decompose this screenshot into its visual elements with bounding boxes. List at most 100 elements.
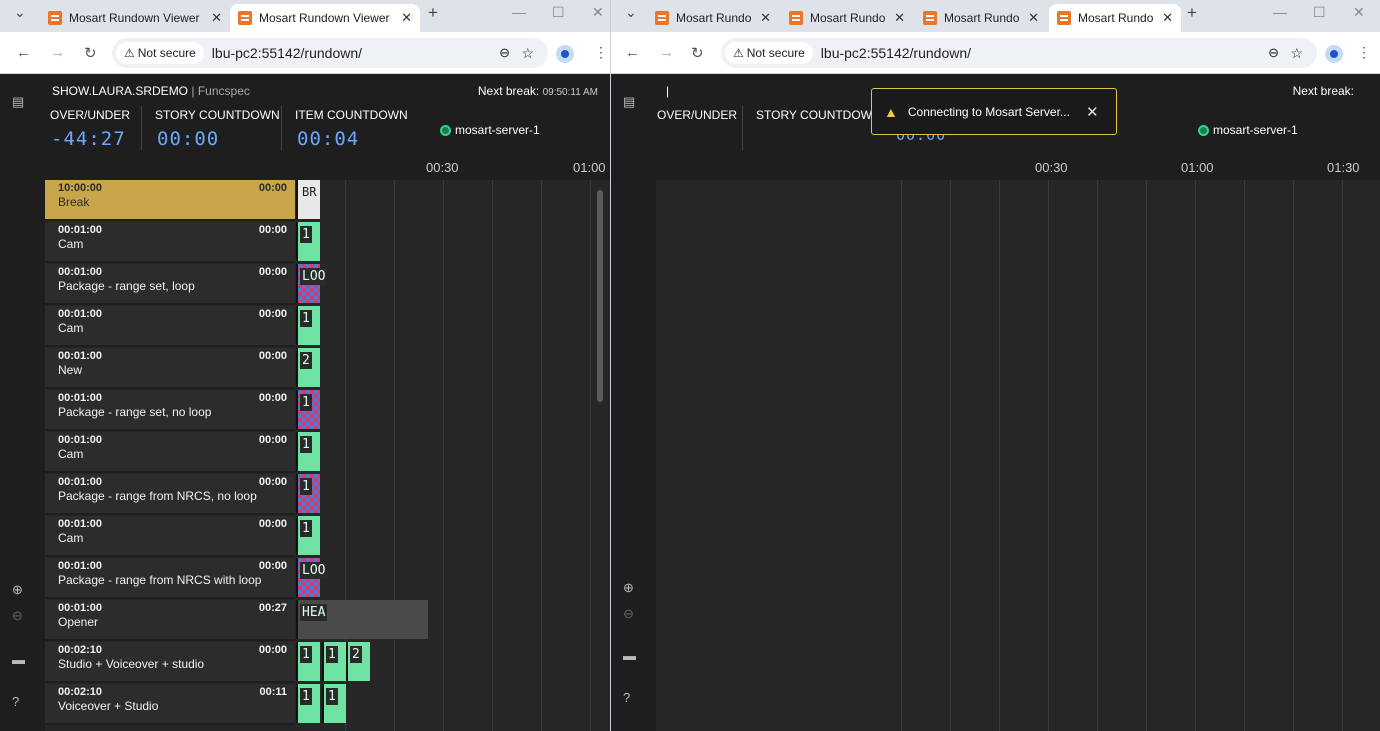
close-tab-icon[interactable]: ✕ — [1028, 10, 1039, 26]
maximize-icon[interactable]: ☐ — [1313, 4, 1326, 21]
close-window-icon[interactable]: ✕ — [592, 4, 604, 21]
zoom-in-icon[interactable]: ⊕ — [12, 582, 23, 598]
server-status: mosart-server-1 — [440, 123, 540, 137]
timeline-item-block[interactable]: 1 — [296, 390, 320, 429]
address-toolbar: ← → ↻ ⚠ Not secure lbu-pc2:55142/rundown/… — [0, 32, 610, 74]
over-under-label: OVER/UNDER — [657, 108, 738, 122]
timeline-item-block[interactable]: 2 — [346, 642, 370, 681]
forward-icon[interactable]: → — [50, 44, 65, 61]
item-block-label: 1 — [326, 688, 338, 705]
menu-kebab-icon[interactable]: ⋮ — [1357, 44, 1371, 61]
minimize-icon[interactable]: — — [512, 4, 526, 20]
timeline-item-block[interactable]: HEA — [296, 600, 428, 639]
ruler-tick: 01:00 — [1181, 160, 1214, 175]
zoom-out-icon[interactable]: ⊖ — [623, 606, 634, 622]
close-window-icon[interactable]: ✕ — [1353, 4, 1365, 21]
timeline-item-block[interactable]: LOO — [296, 558, 328, 597]
close-toast-icon[interactable]: ✕ — [1086, 103, 1099, 121]
rundown-timeline[interactable]: 10:00:00 Break 00:00 BR 00:01:00 Cam 00:00 1 00:… — [45, 180, 610, 731]
timeline-item-block[interactable]: 1 — [296, 432, 320, 471]
rundown-row[interactable]: 00:02:10 Voiceover + Studio 00:11 — [45, 684, 295, 725]
item-block-label: 1 — [300, 646, 312, 663]
timeline-scrollbar[interactable] — [597, 190, 603, 402]
timeline-item-block[interactable]: 1 — [322, 642, 346, 681]
tab-search-icon[interactable]: ⌄ — [625, 4, 637, 21]
timeline-item-block[interactable]: 1 — [296, 222, 320, 261]
reload-icon[interactable]: ↻ — [84, 44, 97, 62]
grid-line — [1244, 180, 1245, 731]
profile-avatar[interactable] — [556, 45, 574, 63]
maximize-icon[interactable]: ☐ — [552, 4, 565, 21]
menu-kebab-icon[interactable]: ⋮ — [594, 44, 608, 61]
close-tab-icon[interactable]: ✕ — [894, 10, 905, 26]
ruler-tick: 00:30 — [426, 160, 459, 175]
help-icon[interactable]: ? — [12, 694, 19, 709]
timeline-item-block[interactable]: 1 — [296, 474, 320, 513]
reload-icon[interactable]: ↻ — [691, 44, 704, 62]
help-icon[interactable]: ? — [623, 690, 630, 705]
timeline-item-block[interactable]: 1 — [296, 684, 320, 723]
address-bar[interactable]: ⚠ Not secure lbu-pc2:55142/rundown/ ⊖ ☆ — [721, 38, 1317, 68]
timeline-item-block[interactable]: BR — [296, 180, 320, 219]
rundown-row[interactable]: 00:01:00 Package - range from NRCS with l… — [45, 558, 295, 599]
tab-2[interactable]: Mosart Rundo ✕ — [781, 4, 913, 32]
rundown-list-icon[interactable]: ▤ — [12, 94, 24, 110]
timeline-item-block[interactable]: 1 — [296, 516, 320, 555]
warning-icon: ▲ — [884, 103, 898, 120]
rundown-row[interactable]: 00:01:00 Package - range set, loop 00:00 — [45, 264, 295, 305]
new-tab-icon[interactable]: + — [1187, 3, 1197, 23]
item-block-label: 1 — [300, 688, 312, 705]
tab-2-active[interactable]: Mosart Rundown Viewer ✕ — [230, 4, 420, 32]
close-tab-icon[interactable]: ✕ — [1162, 10, 1173, 26]
back-icon[interactable]: ← — [625, 44, 640, 61]
row-countdown: 00:00 — [258, 224, 287, 236]
bookmark-star-icon[interactable]: ☆ — [1290, 45, 1303, 62]
notes-icon[interactable]: ▬ — [623, 648, 636, 663]
tab-3[interactable]: Mosart Rundo ✕ — [915, 4, 1047, 32]
rundown-row[interactable]: 10:00:00 Break 00:00 — [45, 180, 295, 221]
time-ruler: 00:30 01:00 — [45, 156, 610, 180]
zoom-icon[interactable]: ⊖ — [1268, 45, 1279, 61]
close-tab-icon[interactable]: ✕ — [401, 10, 412, 26]
rundown-row[interactable]: 00:01:00 Cam 00:00 — [45, 432, 295, 473]
rundown-row[interactable]: 00:01:00 Package - range from NRCS, no lo… — [45, 474, 295, 515]
timeline-item-block[interactable]: 2 — [296, 348, 320, 387]
show-title: SHOW.LAURA.SRDEMO | Funcspec — [52, 84, 250, 98]
close-tab-icon[interactable]: ✕ — [211, 10, 222, 26]
rundown-list-icon[interactable]: ▤ — [623, 94, 635, 110]
rundown-row[interactable]: 00:01:00 Cam 00:00 — [45, 222, 295, 263]
minimize-icon[interactable]: — — [1273, 4, 1287, 20]
zoom-out-icon[interactable]: ⊖ — [12, 608, 23, 624]
timeline-item-block[interactable]: LOO — [296, 264, 328, 303]
tab-1[interactable]: Mosart Rundo ✕ — [647, 4, 779, 32]
timeline-item-block[interactable]: 1 — [296, 306, 320, 345]
item-block-label: 1 — [300, 436, 312, 453]
rundown-timeline[interactable] — [656, 180, 1380, 731]
rundown-row[interactable]: 00:01:00 New 00:00 — [45, 348, 295, 389]
bookmark-star-icon[interactable]: ☆ — [521, 45, 534, 62]
rundown-row[interactable]: 00:01:00 Package - range set, no loop 00:0… — [45, 390, 295, 431]
new-tab-icon[interactable]: + — [428, 3, 438, 23]
tab-title: Mosart Rundown Viewer — [69, 11, 200, 25]
zoom-in-icon[interactable]: ⊕ — [623, 580, 634, 596]
address-bar[interactable]: ⚠ Not secure lbu-pc2:55142/rundown/ ⊖ ☆ — [112, 38, 548, 68]
security-chip[interactable]: ⚠ Not secure — [116, 42, 204, 64]
tab-search-icon[interactable]: ⌄ — [14, 4, 26, 21]
grid-line — [1048, 180, 1049, 731]
notes-icon[interactable]: ▬ — [12, 652, 25, 667]
rundown-row[interactable]: 00:01:00 Cam 00:00 — [45, 306, 295, 347]
timeline-item-block[interactable]: 1 — [322, 684, 346, 723]
rundown-row[interactable]: 00:01:00 Opener 00:27 — [45, 600, 295, 641]
zoom-icon[interactable]: ⊖ — [499, 45, 510, 61]
close-tab-icon[interactable]: ✕ — [760, 10, 771, 26]
profile-avatar[interactable] — [1325, 45, 1343, 63]
tab-1[interactable]: Mosart Rundown Viewer ✕ — [40, 4, 230, 32]
back-icon[interactable]: ← — [16, 44, 31, 61]
row-title: New — [58, 363, 83, 377]
tab-4-active[interactable]: Mosart Rundo ✕ — [1049, 4, 1181, 32]
forward-icon[interactable]: → — [659, 44, 674, 61]
rundown-row[interactable]: 00:02:10 Studio + Voiceover + studio 00:00 — [45, 642, 295, 683]
timeline-item-block[interactable]: 1 — [296, 642, 320, 681]
rundown-row[interactable]: 00:01:00 Cam 00:00 — [45, 516, 295, 557]
security-chip[interactable]: ⚠ Not secure — [725, 42, 813, 64]
